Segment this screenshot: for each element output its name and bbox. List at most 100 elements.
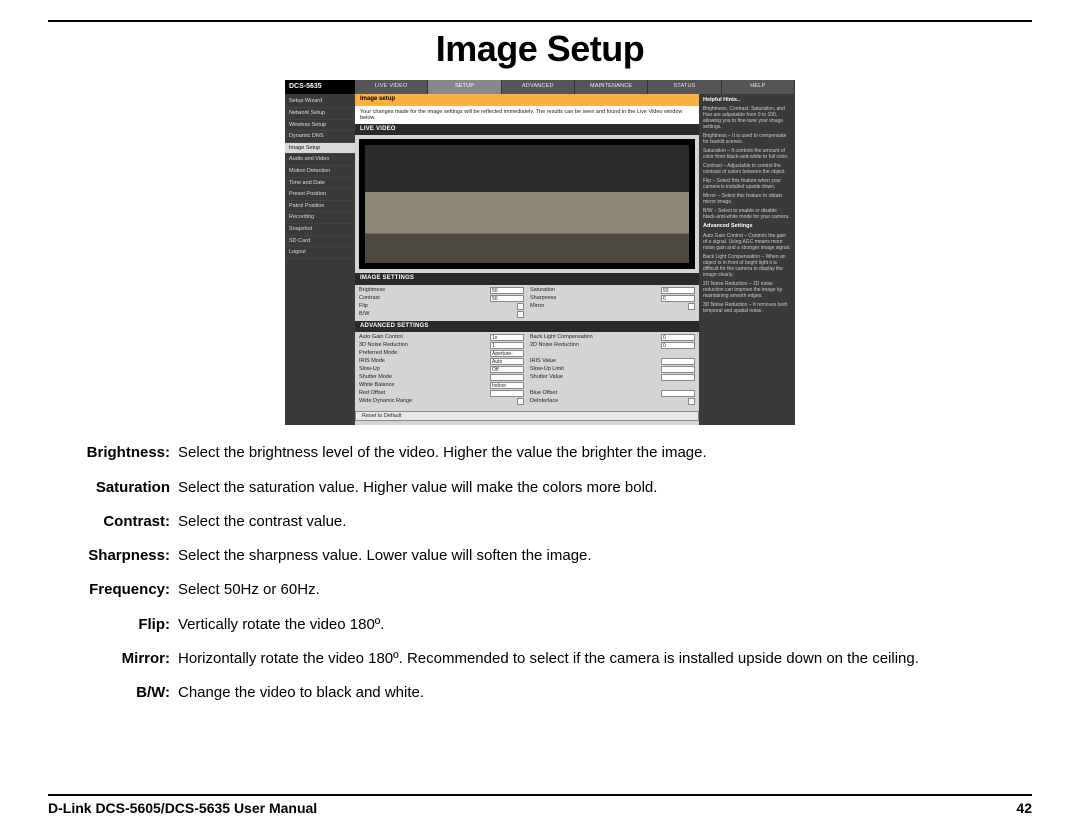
select[interactable]: 1 [490, 342, 524, 349]
sidebar-item-network-setup[interactable]: Network Setup [285, 108, 355, 120]
select[interactable] [490, 374, 524, 381]
bottom-rule [48, 794, 1032, 796]
footer-left: D-Link DCS-5605/DCS-5635 User Manual [48, 800, 317, 816]
sidebar-item-audio-and-video[interactable]: Audio and Video [285, 154, 355, 166]
setting-flip: Flip [359, 303, 524, 310]
sidebar-item-snapshot[interactable]: Snapshot [285, 224, 355, 236]
tab-help[interactable]: HELP [722, 80, 795, 94]
checkbox[interactable] [517, 398, 524, 405]
select[interactable] [661, 390, 695, 397]
definition-term: Mirror: [48, 649, 178, 669]
definition-term: Contrast: [48, 512, 178, 532]
definition-mirror-: Mirror:Horizontally rotate the video 180… [48, 649, 1032, 669]
top-rule [48, 20, 1032, 22]
tab-maintenance[interactable]: MAINTENANCE [575, 80, 648, 94]
definition-term: Brightness: [48, 443, 178, 463]
tab-setup[interactable]: SETUP [428, 80, 501, 94]
sidebar-item-time-and-date[interactable]: Time and Date [285, 178, 355, 190]
definition-term: Frequency: [48, 580, 178, 600]
setting-brightness: Brightness50 [359, 287, 524, 294]
setting-3d-noise-reduction: 3D Noise Reduction1 [359, 342, 524, 349]
checkbox[interactable] [517, 311, 524, 318]
select[interactable]: Indoor [490, 382, 524, 389]
sidebar-item-patrol-position[interactable]: Patrol Position [285, 201, 355, 213]
definition-desc: Select the contrast value. [178, 512, 1032, 532]
definition-term: B/W: [48, 683, 178, 703]
setting-blank [530, 350, 695, 357]
select[interactable] [661, 358, 695, 365]
reset-button[interactable]: Reset to Default [355, 411, 699, 422]
select[interactable]: Aperture-preferred [490, 350, 524, 357]
device-logo: DCS-5635 [285, 80, 355, 94]
select[interactable]: 50 [490, 295, 524, 302]
select[interactable]: 0 [661, 334, 695, 341]
image-settings-header: IMAGE SETTINGS [355, 273, 699, 284]
setting-blue-offset: Blue Offset [530, 390, 695, 397]
select[interactable]: 50 [490, 287, 524, 294]
sidebar-item-wireless-setup[interactable]: Wireless Setup [285, 120, 355, 132]
select[interactable] [490, 390, 524, 397]
section-note: Your changes made for the image settings… [355, 106, 699, 125]
setting-saturation: Saturation50 [530, 287, 695, 294]
select[interactable] [661, 374, 695, 381]
top-tabs: LIVE VIDEOSETUPADVANCEDMAINTENANCESTATUS… [355, 80, 795, 94]
setting-iris-value: IRIS Value [530, 358, 695, 365]
definition-list: Brightness:Select the brightness level o… [48, 443, 1032, 703]
setting-deinterlace: DeInterlace [530, 398, 695, 405]
setting-shutter-value: Shutter Value [530, 374, 695, 381]
hints-title: Helpful Hints.. [703, 97, 791, 104]
definition-brightness-: Brightness:Select the brightness level o… [48, 443, 1032, 463]
setting-blank [530, 382, 695, 389]
setting-mirror: Mirror [530, 303, 695, 310]
image-settings-form: Brightness50Saturation50Contrast50Sharpn… [355, 285, 699, 321]
setting-slow-up-limit: Slow-Up Limit [530, 366, 695, 373]
select[interactable]: Off [490, 366, 524, 373]
select[interactable] [661, 366, 695, 373]
setting-iris-mode: IRIS ModeAuto [359, 358, 524, 365]
sidebar-item-image-setup[interactable]: Image Setup [285, 143, 355, 155]
advanced-settings-form: Auto Gain Control1xBack Light Compensati… [355, 332, 699, 408]
definition-desc: Select the brightness level of the video… [178, 443, 1032, 463]
definition-desc: Select the saturation value. Higher valu… [178, 478, 1032, 498]
select[interactable]: 0 [661, 342, 695, 349]
tab-live-video[interactable]: LIVE VIDEO [355, 80, 428, 94]
tab-status[interactable]: STATUS [648, 80, 721, 94]
sidebar-item-motion-detection[interactable]: Motion Detection [285, 166, 355, 178]
select[interactable]: Auto [490, 358, 524, 365]
setting-auto-gain-control: Auto Gain Control1x [359, 334, 524, 341]
sidebar-item-sd-card[interactable]: SD Card [285, 236, 355, 248]
definition-desc: Change the video to black and white. [178, 683, 1032, 703]
checkbox[interactable] [517, 303, 524, 310]
live-video-preview [359, 139, 695, 269]
setting-b/w: B/W [359, 311, 524, 318]
setting-slow-up: Slow-UpOff [359, 366, 524, 373]
select[interactable]: 1x [490, 334, 524, 341]
setting-wide-dynamic-range: Wide Dynamic Range [359, 398, 524, 405]
sidebar-item-dynamic-dns[interactable]: Dynamic DNS [285, 131, 355, 143]
checkbox[interactable] [688, 303, 695, 310]
sidebar-item-recording[interactable]: Recording [285, 212, 355, 224]
sidebar-item-setup-wizard[interactable]: Setup Wizard [285, 96, 355, 108]
footer-page-number: 42 [1016, 800, 1032, 816]
tab-advanced[interactable]: ADVANCED [502, 80, 575, 94]
setting-preferred-mode: Preferred ModeAperture-preferred [359, 350, 524, 357]
definition-frequency-: Frequency:Select 50Hz or 60Hz. [48, 580, 1032, 600]
screenshot-figure: DCS-5635 LIVE VIDEOSETUPADVANCEDMAINTENA… [285, 80, 795, 425]
definition-desc: Select the sharpness value. Lower value … [178, 546, 1032, 566]
sidebar: Setup WizardNetwork SetupWireless SetupD… [285, 94, 355, 425]
sidebar-item-logout[interactable]: Logout [285, 247, 355, 259]
definition-term: Saturation [48, 478, 178, 498]
definition-saturation: SaturationSelect the saturation value. H… [48, 478, 1032, 498]
select[interactable]: 0 [661, 295, 695, 302]
checkbox[interactable] [688, 398, 695, 405]
definition-desc: Select 50Hz or 60Hz. [178, 580, 1032, 600]
definition-desc: Horizontally rotate the video 180º. Reco… [178, 649, 1032, 669]
setting-sharpness: Sharpness0 [530, 295, 695, 302]
definition-b/w-: B/W:Change the video to black and white. [48, 683, 1032, 703]
setting-red-offset: Red Offset [359, 390, 524, 397]
select[interactable]: 50 [661, 287, 695, 294]
definition-sharpness-: Sharpness:Select the sharpness value. Lo… [48, 546, 1032, 566]
hints-panel: Helpful Hints.. Brightness, Contrast, Sa… [699, 94, 795, 425]
sidebar-item-preset-position[interactable]: Preset Position [285, 189, 355, 201]
definition-contrast-: Contrast:Select the contrast value. [48, 512, 1032, 532]
